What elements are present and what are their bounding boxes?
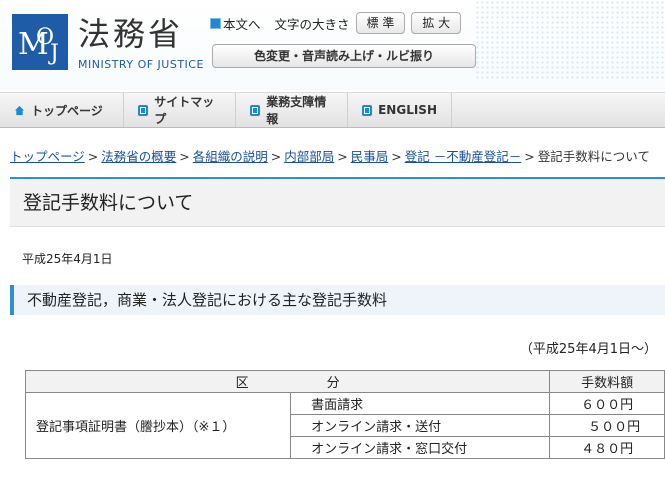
site-name[interactable]: 法務省 bbox=[78, 14, 183, 54]
square-icon bbox=[138, 104, 149, 116]
breadcrumb-separator: > bbox=[179, 149, 190, 164]
nav-label: サイトマップ bbox=[154, 95, 215, 126]
table-row: 登記事項証明書（謄抄本）（※１） 書面請求 ６００円 bbox=[24, 392, 665, 459]
square-icon bbox=[362, 104, 373, 116]
section-heading: 不動産登記，商業・法人登記における主な登記手数料 bbox=[10, 285, 665, 315]
fee-amount: ６００円 bbox=[549, 392, 665, 415]
nav-english[interactable]: ENGLISH bbox=[348, 93, 452, 127]
breadcrumb: トップページ > 法務省の概要 > 各組織の説明 > 内部部局 > 民事局 > 登記 －不動産登記－… bbox=[10, 146, 660, 165]
header-pattern bbox=[475, 0, 665, 80]
breadcrumb-separator: > bbox=[337, 149, 348, 164]
site-header: M O J 法務省 MINISTRY OF JUSTICE 本文へ 文字の大きさ… bbox=[0, 0, 665, 90]
accessibility-button[interactable]: 色変更・音声読み上げ・ルビ振り bbox=[212, 44, 476, 68]
breadcrumb-current: 登記手数料について bbox=[537, 149, 650, 164]
header-category: 区 分 bbox=[24, 370, 551, 393]
svg-text:J: J bbox=[48, 41, 59, 66]
nav-top-page[interactable]: トップページ bbox=[0, 93, 124, 127]
breadcrumb-link[interactable]: 法務省の概要 bbox=[101, 149, 176, 164]
breadcrumb-link[interactable]: 登記 －不動産登記－ bbox=[405, 149, 521, 164]
breadcrumb-separator: > bbox=[270, 149, 282, 164]
nav-label: ENGLISH bbox=[378, 103, 437, 117]
request-method: オンライン請求・窓口交付 bbox=[290, 436, 551, 459]
nav-sitemap[interactable]: サイトマップ bbox=[124, 93, 236, 127]
text-size-label: 文字の大きさ bbox=[274, 16, 350, 32]
breadcrumb-link[interactable]: 内部部局 bbox=[284, 149, 334, 164]
breadcrumb-separator: > bbox=[391, 149, 402, 164]
table-header-row: 区 分 手数料額 bbox=[24, 370, 665, 393]
skip-link-icon bbox=[210, 17, 221, 29]
breadcrumb-link[interactable]: トップページ bbox=[10, 149, 85, 164]
text-size-normal-button[interactable]: 標 準 bbox=[355, 12, 406, 34]
site-subtitle: MINISTRY OF JUSTICE bbox=[78, 58, 204, 71]
page-title-bar: 登記手数料について bbox=[10, 177, 665, 227]
nav-label: トップページ bbox=[31, 103, 103, 118]
breadcrumb-link[interactable]: 民事局 bbox=[351, 149, 389, 164]
breadcrumb-separator: > bbox=[87, 149, 99, 164]
global-nav: トップページ サイトマップ 業務支障情報 ENGLISH bbox=[0, 92, 665, 128]
breadcrumb-separator: > bbox=[524, 149, 535, 164]
skip-to-content-link[interactable]: 本文へ bbox=[223, 14, 261, 33]
fee-amount: ４８０円 bbox=[549, 436, 665, 459]
row-group-label: 登記事項証明書（謄抄本）（※１） bbox=[24, 392, 292, 459]
effective-date: （平成25年4月1日～） bbox=[519, 342, 657, 357]
request-method: 書面請求 bbox=[290, 392, 551, 415]
header-fee: 手数料額 bbox=[549, 370, 665, 393]
fee-table: 区 分 手数料額 登記事項証明書（謄抄本）（※１） 書面請求 ６００円 オンライ… bbox=[24, 370, 665, 459]
nav-service-disruption[interactable]: 業務支障情報 bbox=[236, 93, 348, 127]
nav-label: 業務支障情報 bbox=[266, 95, 327, 126]
request-method: オンライン請求・送付 bbox=[290, 414, 551, 437]
utility-row: 本文へ 文字の大きさ 標 準 拡 大 bbox=[210, 12, 462, 34]
publish-date: 平成25年4月1日 bbox=[22, 252, 113, 266]
moj-logo[interactable]: M O J bbox=[12, 14, 68, 70]
home-icon bbox=[14, 105, 25, 115]
breadcrumb-link[interactable]: 各組織の説明 bbox=[193, 149, 268, 164]
square-icon bbox=[250, 104, 261, 116]
fee-amount: ５００円 bbox=[549, 414, 665, 437]
page-title: 登記手数料について bbox=[23, 192, 194, 214]
text-size-large-button[interactable]: 拡 大 bbox=[411, 12, 462, 34]
